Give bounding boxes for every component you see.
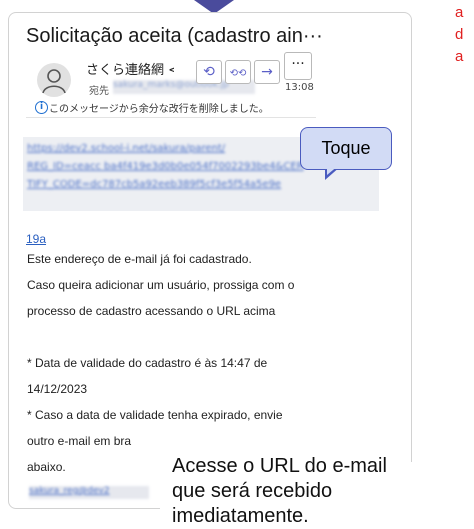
email-subject: Solicitação aceita (cadastro ain··· bbox=[26, 25, 323, 47]
caption-line: Acesse o URL do e-mail bbox=[172, 455, 387, 477]
body-line: * Caso a data de validade tenha expirado… bbox=[27, 408, 283, 422]
reply-all-button[interactable]: ⟲⟲ bbox=[225, 60, 251, 84]
info-notice: このメッセージから余分な改行を削除しました。 bbox=[49, 104, 269, 115]
forward-icon: → bbox=[261, 64, 273, 80]
reply-all-icon: ⟲⟲ bbox=[229, 68, 247, 79]
info-icon: i bbox=[35, 101, 48, 114]
reply-icon: ⟲ bbox=[203, 64, 215, 80]
side-note-line: d bbox=[455, 26, 464, 43]
body-line: Caso queira adicionar um usuário, prossi… bbox=[27, 278, 295, 292]
body-line: abaixo. bbox=[27, 460, 66, 474]
body-line: Este endereço de e-mail já foi cadastrad… bbox=[27, 252, 252, 266]
instruction-caption: Acesse o URL do e-mail que será recebido… bbox=[172, 454, 472, 529]
sender-name: さくら連絡網 <saku bbox=[86, 63, 174, 78]
side-note-line: a bbox=[455, 48, 464, 65]
caption-line: imediatamente. bbox=[172, 505, 309, 527]
avatar bbox=[37, 63, 71, 97]
url-line[interactable]: REG_ID=ceacc ba4f419e3d0b0e054f7002293be… bbox=[27, 161, 304, 172]
url-line[interactable]: TIFY_CODE=dc787cb5a92eeb389f5cf3e5f54a5e… bbox=[27, 179, 281, 190]
reply-button[interactable]: ⟲ bbox=[196, 60, 222, 84]
link-fragment[interactable]: 19a bbox=[26, 232, 46, 246]
recipient-label: 宛先 bbox=[89, 86, 109, 97]
tap-callout: Toque bbox=[300, 127, 392, 170]
body-line: processo de cadastro acessando o URL aci… bbox=[27, 304, 276, 318]
contact-email-link[interactable]: sakura_reg@dev2 bbox=[29, 486, 149, 499]
body-line: outro e-mail em bra bbox=[27, 434, 132, 448]
url-line[interactable]: https://dev2.school-i.net/sakura/parent/ bbox=[27, 143, 225, 154]
header-divider bbox=[26, 117, 316, 118]
received-time: 13:08 bbox=[285, 82, 314, 93]
more-icon: ··· bbox=[291, 56, 305, 72]
side-note: a d a bbox=[455, 2, 474, 68]
body-line: * Data de validade do cadastro é às 14:4… bbox=[27, 356, 268, 370]
side-note-line: a bbox=[455, 4, 464, 21]
caption-line: que será recebido bbox=[172, 480, 333, 502]
forward-button[interactable]: → bbox=[254, 60, 280, 84]
more-actions-button[interactable]: ··· bbox=[284, 52, 312, 80]
person-icon bbox=[42, 69, 66, 94]
body-line: 14/12/2023 bbox=[27, 382, 88, 396]
